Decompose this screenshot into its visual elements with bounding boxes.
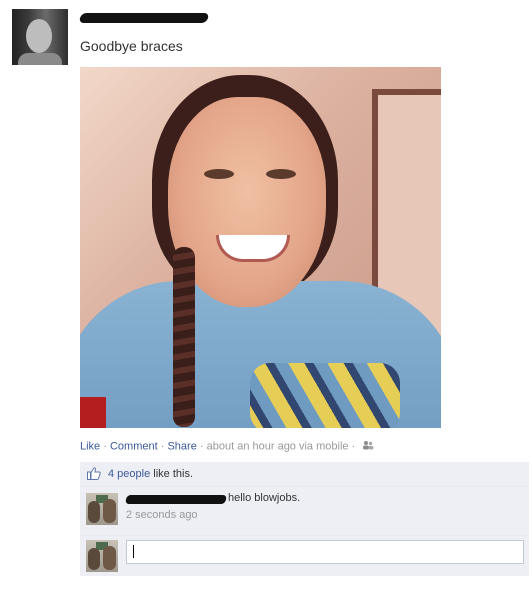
post-meta: about an hour ago via mobile: [206, 440, 349, 453]
poster-name-redacted: [78, 13, 210, 23]
post-actions: Like · Comment · Share · about an hour a…: [80, 440, 374, 453]
commenter-name-redacted: [125, 495, 227, 504]
text-cursor: [133, 545, 134, 558]
comment-link[interactable]: Comment: [110, 440, 158, 452]
like-link[interactable]: Like: [80, 440, 100, 452]
post-photo[interactable]: [80, 67, 441, 428]
thumbs-up-icon: [87, 467, 101, 480]
comment-input[interactable]: [126, 540, 524, 564]
poster-avatar[interactable]: [12, 9, 68, 65]
share-link[interactable]: Share: [167, 440, 196, 452]
likers-link[interactable]: 4 people: [108, 468, 150, 480]
commenter-avatar[interactable]: [86, 493, 118, 525]
friends-icon[interactable]: [362, 440, 374, 453]
feedback-box: 4 people like this. hello blowjobs. 2 se…: [80, 462, 529, 576]
separator: ·: [351, 440, 356, 453]
comment-timestamp[interactable]: 2 seconds ago: [126, 509, 198, 521]
status-text: Goodbye braces: [80, 38, 183, 54]
likes-summary: 4 people like this.: [108, 468, 193, 480]
separator: ·: [103, 440, 107, 453]
comment-text: hello blowjobs.: [228, 492, 301, 504]
write-comment-row: [80, 536, 529, 576]
separator: ·: [199, 440, 204, 453]
separator: ·: [160, 440, 165, 453]
viewer-avatar: [86, 540, 118, 572]
likes-suffix: like this.: [153, 468, 194, 480]
comment-item: hello blowjobs. 2 seconds ago: [80, 487, 529, 536]
likes-row: 4 people like this.: [80, 462, 529, 487]
